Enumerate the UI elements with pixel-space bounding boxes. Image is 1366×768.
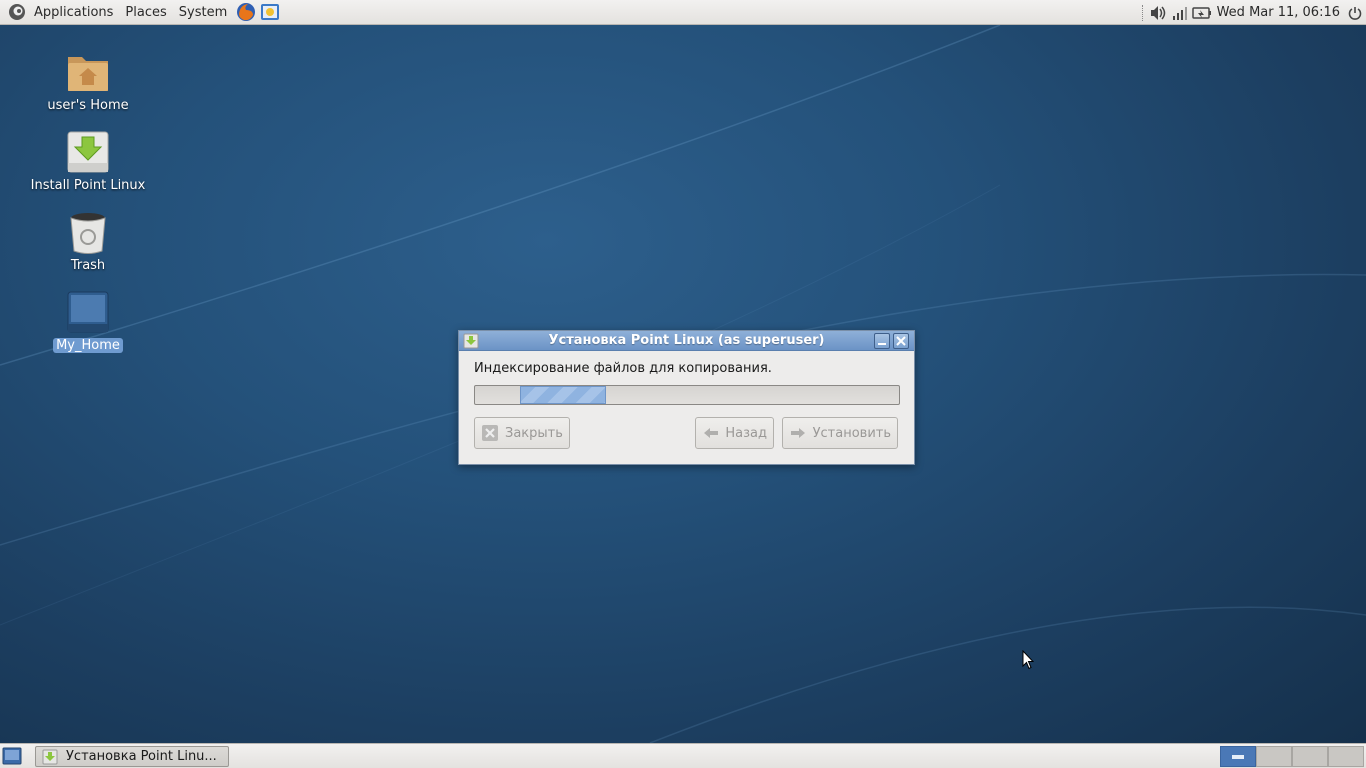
computer-icon <box>67 291 109 333</box>
menu-places[interactable]: Places <box>119 0 172 25</box>
back-button-label: Назад <box>725 425 767 441</box>
bottom-panel: Установка Point Linu... <box>0 743 1366 768</box>
desktop-icon-label: My_Home <box>53 338 123 353</box>
menu-system[interactable]: System <box>173 0 233 25</box>
desktop-icon-users-home[interactable]: user's Home <box>28 49 148 113</box>
battery-icon[interactable] <box>1191 2 1213 24</box>
installer-task-icon <box>42 749 58 764</box>
arrow-left-icon <box>702 424 719 442</box>
desktop-icon-label: user's Home <box>47 98 129 113</box>
taskbar-item-installer[interactable]: Установка Point Linu... <box>35 746 229 767</box>
minimize-icon <box>878 343 886 345</box>
desktop-icon-install-point-linux[interactable]: Install Point Linux <box>28 129 148 193</box>
workspace-1[interactable] <box>1220 746 1256 767</box>
mail-launcher-icon[interactable] <box>259 1 281 23</box>
desktop-icon-my-home[interactable]: My_Home <box>28 289 148 353</box>
network-signal-icon[interactable] <box>1169 2 1191 24</box>
tray-separator <box>1141 4 1143 21</box>
installer-app-icon <box>463 333 479 349</box>
close-icon <box>896 336 906 346</box>
close-button-label: Закрыть <box>505 425 563 441</box>
workspace-3[interactable] <box>1292 746 1328 767</box>
distro-logo-icon[interactable] <box>6 1 28 23</box>
workspace-switcher <box>1220 746 1364 767</box>
show-desktop-icon[interactable] <box>2 747 22 765</box>
dialog-titlebar[interactable]: Установка Point Linux (as superuser) <box>459 331 914 351</box>
mouse-cursor-icon <box>1022 650 1034 670</box>
status-message: Индексирование файлов для копирования. <box>474 361 772 376</box>
window-close-button[interactable] <box>893 333 909 349</box>
workspace-2[interactable] <box>1256 746 1292 767</box>
desktop-icon-label: Trash <box>70 258 106 273</box>
install-button-label: Установить <box>812 425 891 441</box>
window-thumbnail-icon <box>1232 754 1244 759</box>
progress-pulse <box>520 386 606 404</box>
close-button[interactable]: Закрыть <box>474 417 570 449</box>
taskbar-item-label: Установка Point Linu... <box>66 749 217 764</box>
top-panel: Applications Places System Wed Mar 11, 0… <box>0 0 1366 25</box>
dialog-title: Установка Point Linux (as superuser) <box>548 333 825 348</box>
back-button[interactable]: Назад <box>695 417 774 449</box>
workspace-4[interactable] <box>1328 746 1364 767</box>
desktop-icon-trash[interactable]: Trash <box>28 209 148 273</box>
installer-dialog: Установка Point Linux (as superuser) Инд… <box>458 330 915 465</box>
menu-applications[interactable]: Applications <box>28 0 119 25</box>
progress-bar <box>474 385 900 405</box>
power-icon[interactable] <box>1344 2 1366 24</box>
minimize-button[interactable] <box>874 333 890 349</box>
desktop-icon-label: Install Point Linux <box>30 178 146 193</box>
trash-icon <box>70 213 106 254</box>
volume-icon[interactable] <box>1147 2 1169 24</box>
arrow-right-icon <box>789 424 807 442</box>
home-folder-icon <box>68 57 108 91</box>
installer-icon <box>67 131 109 173</box>
cancel-icon <box>481 424 499 442</box>
install-button[interactable]: Установить <box>782 417 898 449</box>
clock[interactable]: Wed Mar 11, 06:16 <box>1213 5 1344 20</box>
firefox-launcher-icon[interactable] <box>235 1 257 23</box>
